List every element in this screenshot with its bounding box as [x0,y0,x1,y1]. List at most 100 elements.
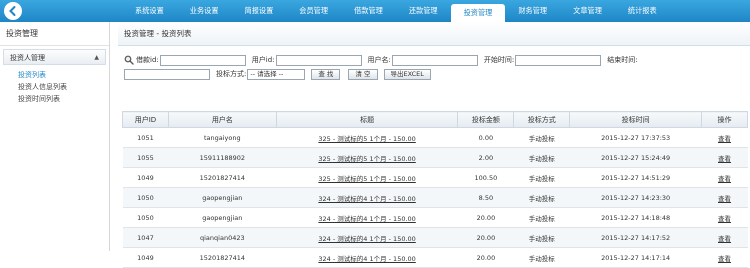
title-link[interactable]: 324 - 测试标的4 1个月 - 150.00 [276,227,458,248]
nav-item-articles[interactable]: 文章管理 [560,0,615,22]
top-navigation-bar: 系统设置 业务设置 简报设置 会员管理 借款管理 还款管理 投资管理 财务管理 … [0,0,750,22]
user-id-label: 用户id: [251,56,275,64]
title-link[interactable]: 325 - 测试标的5 1个月 - 150.00 [276,147,458,168]
cell-username: 15911188902 [168,147,277,168]
search-icon [124,55,134,65]
cell-user-id: 1047 [122,227,169,248]
cell-invest-time: 2015-12-27 14:18:48 [569,207,702,228]
username-label: 用户名: [367,56,391,64]
main-nav: 系统设置 业务设置 简报设置 会员管理 借款管理 还款管理 投资管理 财务管理 … [122,0,670,22]
view-link[interactable]: 查看 [701,127,748,148]
start-time-input[interactable] [515,54,602,66]
nav-item-investment[interactable]: 投资管理 [450,4,506,22]
export-excel-button[interactable]: 导出EXCEL [383,68,431,80]
borrow-id-input[interactable] [159,54,246,66]
nav-item-system[interactable]: 系统设置 [122,0,177,22]
arrow-left-icon [9,6,16,16]
cell-amount: 100.50 [457,167,514,188]
cell-invest-type: 手动投标 [513,147,570,168]
table-row: 1050 gaopengjian 324 - 测试标的4 1个月 - 150.00 2… [122,207,748,228]
cell-invest-type: 手动投标 [513,167,570,188]
clear-button[interactable]: 清 空 [348,68,378,80]
cell-user-id: 1050 [122,207,169,228]
cell-invest-type: 手动投标 [513,207,570,228]
col-action: 操作 [701,111,748,128]
start-time-label: 开始时间: [483,56,515,64]
col-invest-time: 投标时间 [569,111,703,128]
view-link[interactable]: 查看 [701,167,748,188]
title-link[interactable]: 325 - 测试标的5 1个月 - 150.00 [276,167,458,188]
table-row: 1047 qianqian0423 324 - 测试标的4 1个月 - 150.00… [122,227,748,248]
sidebar-item-investor-info[interactable]: 投资人信息列表 [18,81,109,93]
back-button[interactable] [4,2,22,20]
cell-username: tangaiyong [168,127,277,148]
nav-item-brief[interactable]: 简报设置 [232,0,287,22]
cell-invest-time: 2015-12-27 14:17:52 [569,227,702,248]
table-row: 1049 15201827414 325 - 测试标的5 1个月 - 150.00 1… [122,167,748,188]
view-link[interactable]: 查看 [701,227,748,248]
user-id-input[interactable] [275,54,362,66]
col-title: 标题 [275,111,459,128]
username-input[interactable] [391,54,478,66]
nav-item-finance[interactable]: 财务管理 [505,0,560,22]
title-link[interactable]: 324 - 测试标的4 1个月 - 150.00 [276,207,458,228]
sidebar-group-investors[interactable]: 投资人管理 ▲ [3,49,106,65]
nav-item-members[interactable]: 会员管理 [286,0,341,22]
view-link[interactable]: 查看 [701,207,748,228]
query-button[interactable]: 查 找 [311,68,341,80]
table-row: 1055 15911188902 325 - 测试标的5 1个月 - 150.00 2… [122,147,748,168]
cell-user-id: 1050 [122,187,169,208]
cell-invest-type: 手动投标 [513,187,570,208]
sidebar-group-label: 投资人管理 [10,54,45,62]
cell-user-id: 1055 [122,147,169,168]
collapse-up-icon[interactable]: ▲ [94,50,99,66]
nav-item-business[interactable]: 业务设置 [177,0,232,22]
end-time-input[interactable] [124,68,210,80]
cell-username: gaopengjian [168,207,277,228]
cell-user-id: 1049 [122,167,169,188]
view-link[interactable]: 查看 [701,147,748,168]
cell-amount: 20.00 [457,227,514,248]
sidebar-items: 投资列表 投资人信息列表 投资时间列表 [0,65,109,105]
title-link[interactable]: 325 - 测试标的5 1个月 - 150.00 [276,127,458,148]
title-link[interactable]: 324 - 测试标的4 1个月 - 150.00 [276,187,458,208]
table-header-row: 用户ID 用户名 标题 投标金额 投标方式 投标时间 操作 [122,111,748,128]
invest-type-select[interactable]: -- 请选择 -- [247,68,306,80]
sidebar-item-investment-time[interactable]: 投资时间列表 [18,93,109,105]
sidebar-item-investment-list[interactable]: 投资列表 [18,69,109,81]
table-row: 1051 tangaiyong 325 - 测试标的5 1个月 - 150.00 0.… [122,127,748,148]
nav-item-loans[interactable]: 借款管理 [341,0,396,22]
cell-amount: 2.00 [457,147,514,168]
col-username: 用户名 [167,111,277,128]
nav-item-statistics[interactable]: 统计报表 [615,0,670,22]
investment-table: 用户ID 用户名 标题 投标金额 投标方式 投标时间 操作 1051 tangai… [122,111,748,268]
search-form: 借款id: 用户id: 用户名: 开始时间: 结束时间: 投标方式: -- 请选… [118,52,750,104]
breadcrumb: 投资管理 - 投资列表 [118,22,750,46]
main-content: 投资管理 - 投资列表 借款id: 用户id: 用户名: 开始时间: 结束时间:… [118,22,750,268]
cell-amount: 20.00 [457,207,514,228]
cell-invest-time: 2015-12-27 17:37:53 [569,127,702,148]
col-invest-type: 投标方式 [513,111,571,128]
cell-invest-type: 手动投标 [513,227,570,248]
cell-invest-type: 手动投标 [513,127,570,148]
borrow-id-label: 借款id: [136,56,159,64]
sidebar-title: 投资管理 [0,22,109,46]
cell-amount: 8.50 [457,187,514,208]
cell-user-id: 1051 [122,127,169,148]
end-time-label: 结束时间: [607,56,638,64]
invest-type-label: 投标方式: [216,70,247,78]
cell-invest-time: 2015-12-27 15:24:49 [569,147,702,168]
invest-type-value: -- 请选择 -- [250,69,284,78]
sidebar: 投资管理 投资人管理 ▲ 投资列表 投资人信息列表 投资时间列表 [0,22,110,251]
cell-username: qianqian0423 [168,227,277,248]
view-link[interactable]: 查看 [701,187,748,208]
col-amount: 投标金额 [457,111,515,128]
table-row: 1050 gaopengjian 324 - 测试标的4 1个月 - 150.00 8… [122,187,748,208]
cell-username: gaopengjian [168,187,277,208]
cell-invest-time: 2015-12-27 14:51:29 [569,167,702,188]
col-user-id: 用户ID [122,111,169,128]
cell-username: 15201827414 [168,167,277,188]
cell-invest-time: 2015-12-27 14:23:30 [569,187,702,208]
cell-amount: 0.00 [457,127,514,148]
nav-item-repayment[interactable]: 还款管理 [396,0,451,22]
